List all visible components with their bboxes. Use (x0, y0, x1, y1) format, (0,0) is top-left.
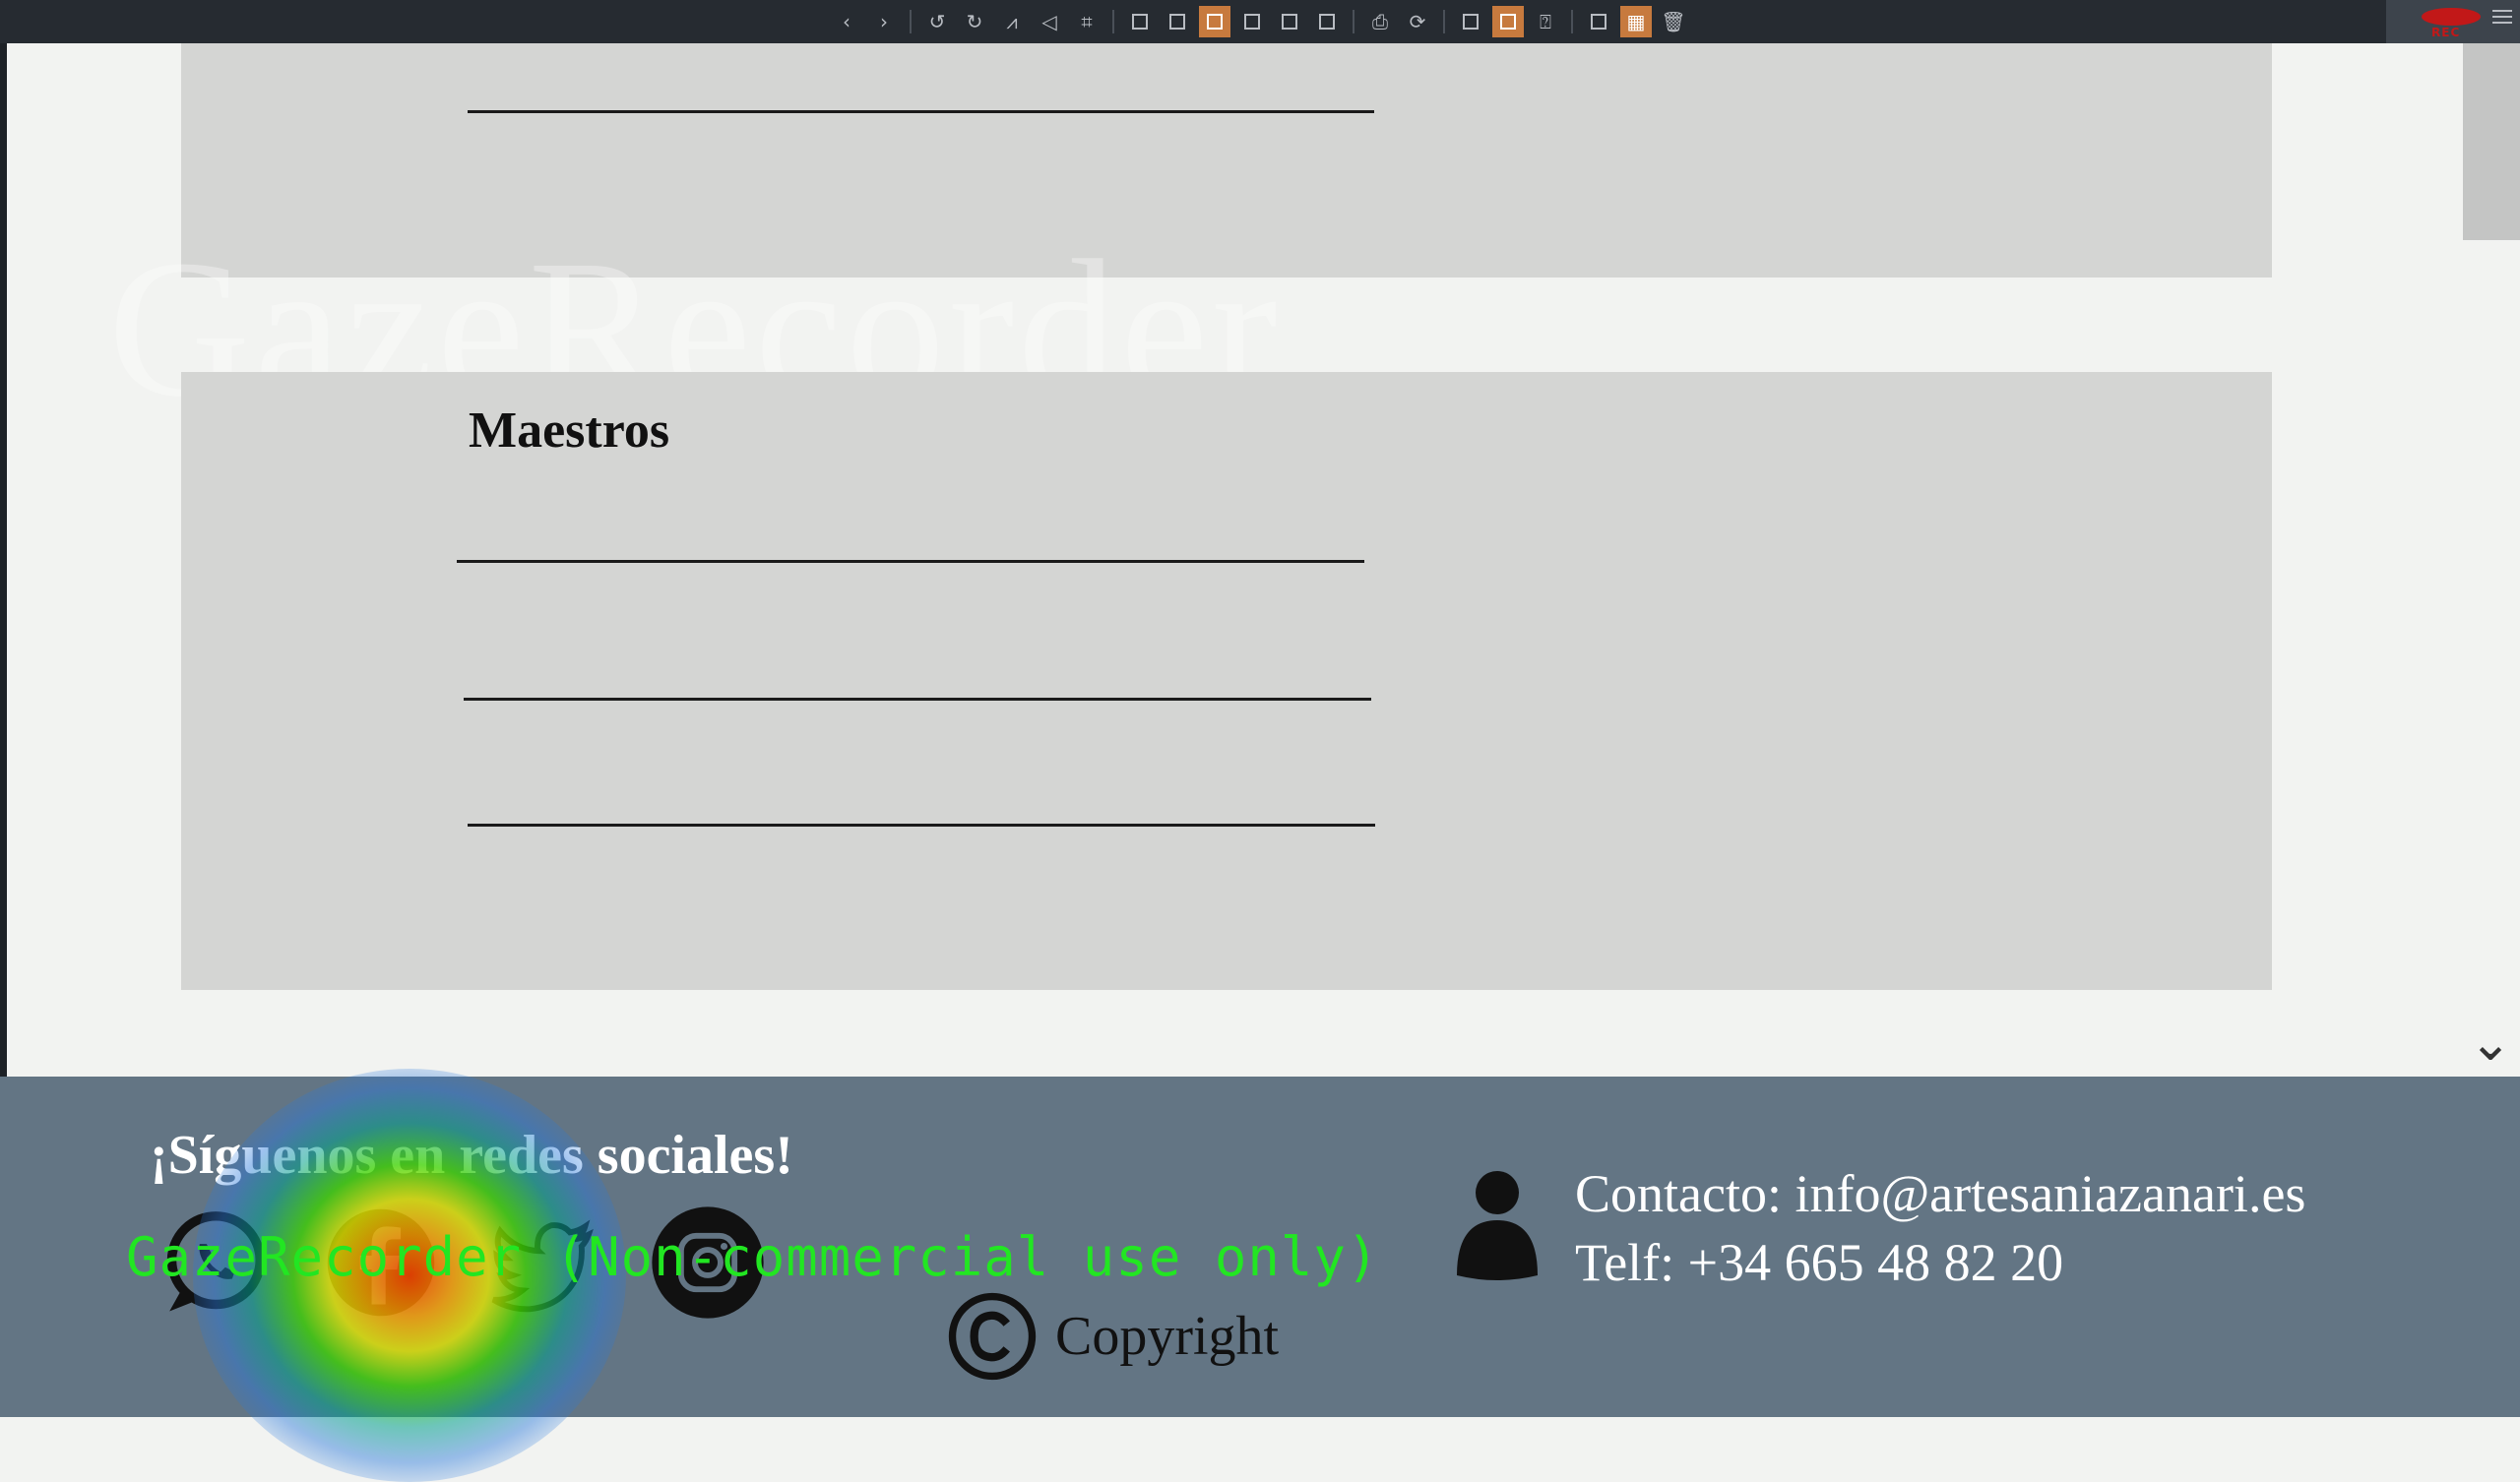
picture-icon[interactable] (1583, 6, 1614, 37)
toolbar-separator (1571, 10, 1573, 33)
undo-icon[interactable]: ↺ (921, 6, 953, 37)
site-footer: ¡Síguenos en redes sociales! Contacto: i… (0, 1077, 2520, 1417)
underline-field[interactable] (468, 110, 1374, 113)
record-label: REC (2431, 26, 2461, 39)
menu-icon[interactable] (2492, 10, 2512, 24)
section-title: Maestros (469, 402, 670, 459)
toolbar-separator (1353, 10, 1354, 33)
toolbar-separator (1443, 10, 1445, 33)
user-icon (1453, 1165, 1542, 1283)
frame-icon[interactable] (1124, 6, 1156, 37)
whatsapp-icon[interactable] (156, 1204, 272, 1321)
underline-field[interactable] (457, 560, 1364, 563)
form-card-upper (181, 43, 2272, 278)
toolbar-separator (1112, 10, 1114, 33)
top-toolbar: ‹ › ↺ ↻ ⩘ ◁ ⌗ ⎙ ⟳ ⍰ ▦ 🗑 (0, 0, 2520, 43)
expand-active-icon[interactable] (1492, 6, 1524, 37)
trash-icon[interactable]: 🗑 (1658, 6, 1689, 37)
refresh-icon[interactable]: ⟳ (1402, 6, 1433, 37)
social-heading: ¡Síguenos en redes sociales! (150, 1125, 793, 1186)
contact-phone[interactable]: Telf: +34 665 48 82 20 (1575, 1232, 2063, 1293)
underline-field[interactable] (468, 824, 1375, 827)
twitter-icon[interactable] (486, 1204, 602, 1321)
scroll-thumb[interactable] (2463, 43, 2520, 240)
back-icon[interactable]: ‹ (831, 6, 862, 37)
window-edge (0, 43, 7, 1077)
chat-icon[interactable]: ⍰ (1530, 6, 1561, 37)
image-active-icon[interactable] (1199, 6, 1230, 37)
print-icon[interactable]: ⎙ (1364, 6, 1396, 37)
redo-icon[interactable]: ↻ (959, 6, 990, 37)
instagram-icon[interactable] (650, 1204, 766, 1321)
flip-vertical-icon[interactable]: ◁ (1034, 6, 1065, 37)
facebook-icon[interactable] (323, 1204, 439, 1321)
underline-field[interactable] (464, 698, 1371, 701)
vertical-scrollbar[interactable] (2463, 43, 2520, 1077)
image-2-icon[interactable] (1236, 6, 1268, 37)
contact-email[interactable]: Contacto: info@artesaniazanari.es (1575, 1163, 2305, 1224)
toolbar-separator (910, 10, 912, 33)
image-4-icon[interactable] (1311, 6, 1343, 37)
forward-icon[interactable]: › (868, 6, 900, 37)
form-card-maestros: Maestros (181, 372, 2272, 990)
resize-icon[interactable] (1455, 6, 1486, 37)
record-icon[interactable] (2422, 8, 2481, 26)
copyright-text: Copyright (1055, 1306, 1280, 1367)
copyright-icon (947, 1291, 1038, 1382)
chevron-down-icon[interactable]: ⌄ (2461, 1014, 2520, 1073)
crop-icon[interactable]: ⌗ (1071, 6, 1102, 37)
lock-icon[interactable] (1162, 6, 1193, 37)
flip-horizontal-icon[interactable]: ⩘ (996, 6, 1028, 37)
grid-active-icon[interactable]: ▦ (1620, 6, 1652, 37)
image-3-icon[interactable] (1274, 6, 1305, 37)
recorder-widget[interactable]: REC (2386, 0, 2520, 43)
